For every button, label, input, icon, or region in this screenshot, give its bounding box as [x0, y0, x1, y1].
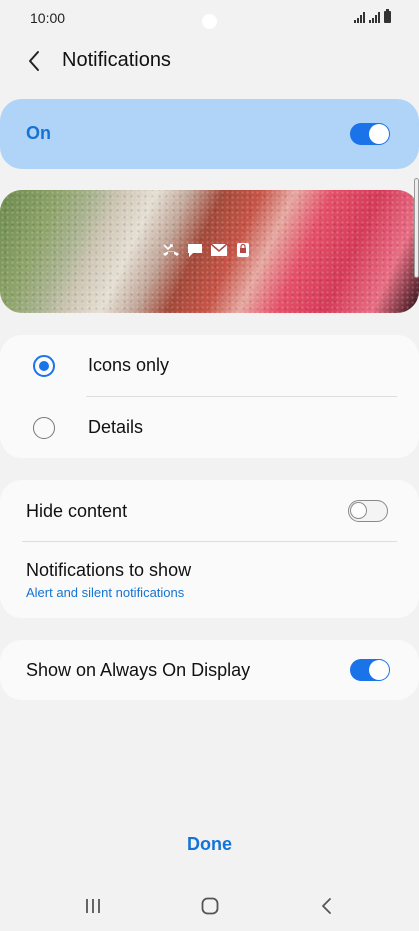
- hide-content-toggle[interactable]: [348, 500, 388, 522]
- preview-scroll-handle[interactable]: [414, 178, 419, 278]
- page-title: Notifications: [62, 49, 171, 71]
- details-radio[interactable]: [33, 417, 55, 439]
- always-on-display-toggle[interactable]: [350, 659, 390, 681]
- notifications-to-show-label: Notifications to show: [26, 560, 192, 580]
- notifications-to-show-value: Alert and silent notifications: [26, 585, 185, 600]
- content-settings-card: Hide content Notifications to show Alert…: [0, 480, 419, 618]
- icons-only-label: Icons only: [88, 355, 170, 375]
- preview-notification-icons: [162, 242, 252, 258]
- always-on-display-card[interactable]: Show on Always On Display: [0, 640, 419, 700]
- status-time: 10:00: [30, 10, 66, 26]
- message-icon: [186, 242, 204, 258]
- divider: [22, 541, 397, 542]
- lock-screen-preview: [0, 190, 419, 313]
- home-icon[interactable]: [195, 894, 225, 918]
- always-on-display-label: Show on Always On Display: [26, 660, 251, 680]
- status-bar: 10:00: [0, 0, 419, 36]
- status-icons: [354, 9, 391, 23]
- recents-icon[interactable]: [78, 894, 108, 918]
- chevron-left-icon[interactable]: [22, 48, 48, 74]
- lock-icon: [234, 242, 252, 258]
- screen: 10:00 Notifications On Icons only Detail…: [0, 0, 419, 931]
- notification-style-card: Icons only Details: [0, 335, 419, 458]
- missed-call-icon: [162, 242, 180, 258]
- details-label: Details: [88, 417, 144, 437]
- navigation-bar: [0, 880, 419, 931]
- done-button[interactable]: Done: [0, 834, 419, 855]
- battery-icon: [384, 9, 391, 23]
- header: Notifications: [0, 40, 419, 84]
- front-camera: [202, 14, 217, 29]
- master-switch-label: On: [26, 123, 51, 143]
- toggle-knob: [350, 502, 367, 519]
- hide-content-label: Hide content: [26, 501, 128, 521]
- icons-only-radio[interactable]: [33, 355, 55, 377]
- toggle-knob: [369, 660, 389, 680]
- master-toggle[interactable]: [350, 123, 390, 145]
- wifi-signal-icon: [354, 12, 365, 23]
- toggle-knob: [369, 124, 389, 144]
- divider: [86, 396, 397, 397]
- back-icon[interactable]: [312, 894, 342, 918]
- master-switch-row[interactable]: On: [0, 99, 419, 169]
- cell-signal-icon: [369, 12, 380, 23]
- mail-icon: [210, 242, 228, 258]
